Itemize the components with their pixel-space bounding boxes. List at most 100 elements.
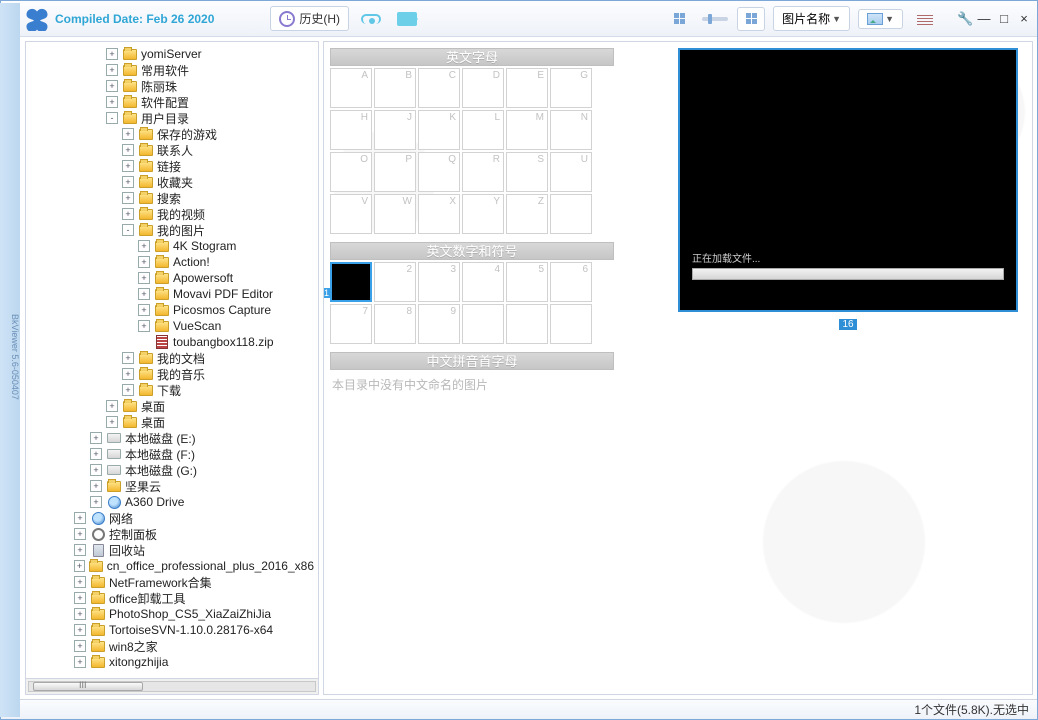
sort-dropdown[interactable]: 图片名称 ▼ [773, 6, 850, 31]
tree-item[interactable]: +链接 [26, 158, 318, 174]
tree-item[interactable]: +xitongzhijia [26, 654, 318, 670]
alpha-cell[interactable]: J [374, 110, 416, 150]
minimize-button[interactable]: — [977, 11, 991, 27]
tree-expander[interactable]: + [122, 160, 134, 172]
alpha-cell[interactable]: A [330, 68, 372, 108]
alpha-cell[interactable]: C [418, 68, 460, 108]
tree-expander[interactable]: - [106, 112, 118, 124]
tree-item[interactable]: +cn_office_professional_plus_2016_x86 [26, 558, 318, 574]
tree-expander[interactable]: + [122, 144, 134, 156]
alpha-cell[interactable]: L [462, 110, 504, 150]
tree-hscrollbar[interactable]: III [26, 678, 318, 694]
tree-item[interactable]: +本地磁盘 (F:) [26, 446, 318, 462]
history-button[interactable]: 历史(H) [270, 6, 349, 31]
alpha-cell[interactable]: Y [462, 194, 504, 234]
tree-expander[interactable]: + [106, 80, 118, 92]
tree-expander[interactable]: + [90, 496, 102, 508]
tree-expander[interactable]: + [138, 272, 150, 284]
alpha-cell[interactable]: M [506, 110, 548, 150]
close-button[interactable]: × [1017, 11, 1031, 27]
tree-expander[interactable]: + [90, 480, 102, 492]
tree-item[interactable]: +下载 [26, 382, 318, 398]
alpha-cell[interactable]: X [418, 194, 460, 234]
tree-item[interactable]: +Apowersoft [26, 270, 318, 286]
tree-item[interactable]: +我的视频 [26, 206, 318, 222]
numsym-cell[interactable]: 3 [418, 262, 460, 302]
tree-expander[interactable]: + [90, 464, 102, 476]
numsym-cell[interactable]: 2 [374, 262, 416, 302]
tree-item[interactable]: +回收站 [26, 542, 318, 558]
view-large-grid-button[interactable] [737, 7, 765, 31]
numsym-cell[interactable]: 8 [374, 304, 416, 344]
alpha-cell[interactable]: B [374, 68, 416, 108]
tree-expander[interactable]: + [74, 528, 86, 540]
maximize-button[interactable]: □ [997, 11, 1011, 27]
tree-expander[interactable]: + [74, 608, 86, 620]
numsym-cell[interactable] [462, 304, 504, 344]
numsym-cell[interactable]: 4 [462, 262, 504, 302]
record-button[interactable] [393, 7, 421, 31]
tree-item[interactable]: +TortoiseSVN-1.10.0.28176-x64 [26, 622, 318, 638]
alpha-cell[interactable]: E [506, 68, 548, 108]
tree-item[interactable]: +搜索 [26, 190, 318, 206]
alpha-cell[interactable]: W [374, 194, 416, 234]
folder-tree[interactable]: +yomiServer+常用软件+陈丽珠+软件配置-用户目录+保存的游戏+联系人… [26, 42, 318, 678]
tree-expander[interactable]: + [74, 512, 86, 524]
list-details-button[interactable] [911, 7, 939, 31]
tree-item[interactable]: +软件配置 [26, 94, 318, 110]
numsym-cell[interactable]: 1 [330, 262, 372, 302]
alpha-cell[interactable]: K [418, 110, 460, 150]
numsym-cell[interactable]: 7 [330, 304, 372, 344]
alpha-cell[interactable]: H [330, 110, 372, 150]
alpha-cell[interactable]: O [330, 152, 372, 192]
tree-expander[interactable]: + [90, 432, 102, 444]
tree-item[interactable]: +我的文档 [26, 350, 318, 366]
preview-toggle-button[interactable] [357, 7, 385, 31]
tree-item[interactable]: +常用软件 [26, 62, 318, 78]
tree-item[interactable]: +Movavi PDF Editor [26, 286, 318, 302]
alpha-cell[interactable]: R [462, 152, 504, 192]
alpha-cell[interactable]: N [550, 110, 592, 150]
tree-item[interactable]: +控制面板 [26, 526, 318, 542]
alpha-cell[interactable]: U [550, 152, 592, 192]
tree-item[interactable]: +4K Stogram [26, 238, 318, 254]
alpha-cell[interactable]: D [462, 68, 504, 108]
tree-item[interactable]: +网络 [26, 510, 318, 526]
numsym-cell[interactable]: 5 [506, 262, 548, 302]
tree-expander[interactable]: + [138, 240, 150, 252]
tree-expander[interactable]: + [106, 96, 118, 108]
tree-item[interactable]: +保存的游戏 [26, 126, 318, 142]
tree-item[interactable]: +桌面 [26, 398, 318, 414]
preview-image-box[interactable]: 正在加载文件... [678, 48, 1018, 312]
tree-expander[interactable]: + [74, 592, 86, 604]
tree-item[interactable]: toubangbox118.zip [26, 334, 318, 350]
tree-expander[interactable]: + [122, 384, 134, 396]
numsym-cell[interactable]: 9 [418, 304, 460, 344]
tree-expander[interactable]: + [122, 368, 134, 380]
tree-expander[interactable]: + [106, 64, 118, 76]
tree-item[interactable]: +我的音乐 [26, 366, 318, 382]
tree-item[interactable]: +VueScan [26, 318, 318, 334]
numsym-cell[interactable] [506, 304, 548, 344]
tree-item[interactable]: +本地磁盘 (E:) [26, 430, 318, 446]
tree-expander[interactable]: + [106, 48, 118, 60]
alpha-cell[interactable] [550, 194, 592, 234]
alpha-cell[interactable]: Z [506, 194, 548, 234]
tree-item[interactable]: +坚果云 [26, 478, 318, 494]
numsym-cell[interactable]: 6 [550, 262, 592, 302]
alpha-cell[interactable]: G [550, 68, 592, 108]
tree-item[interactable]: +联系人 [26, 142, 318, 158]
tree-item[interactable]: +PhotoShop_CS5_XiaZaiZhiJia [26, 606, 318, 622]
tree-expander[interactable]: + [74, 640, 86, 652]
tree-item[interactable]: +A360 Drive [26, 494, 318, 510]
tree-item[interactable]: -我的图片 [26, 222, 318, 238]
tree-item[interactable]: +Picosmos Capture [26, 302, 318, 318]
tree-item[interactable]: +陈丽珠 [26, 78, 318, 94]
tree-item[interactable]: +桌面 [26, 414, 318, 430]
tree-expander[interactable]: + [74, 656, 86, 668]
tree-expander[interactable]: + [138, 304, 150, 316]
tree-item[interactable]: +office卸载工具 [26, 590, 318, 606]
tree-item[interactable]: +Action! [26, 254, 318, 270]
tree-expander[interactable]: + [74, 560, 85, 572]
tree-item[interactable]: +yomiServer [26, 46, 318, 62]
